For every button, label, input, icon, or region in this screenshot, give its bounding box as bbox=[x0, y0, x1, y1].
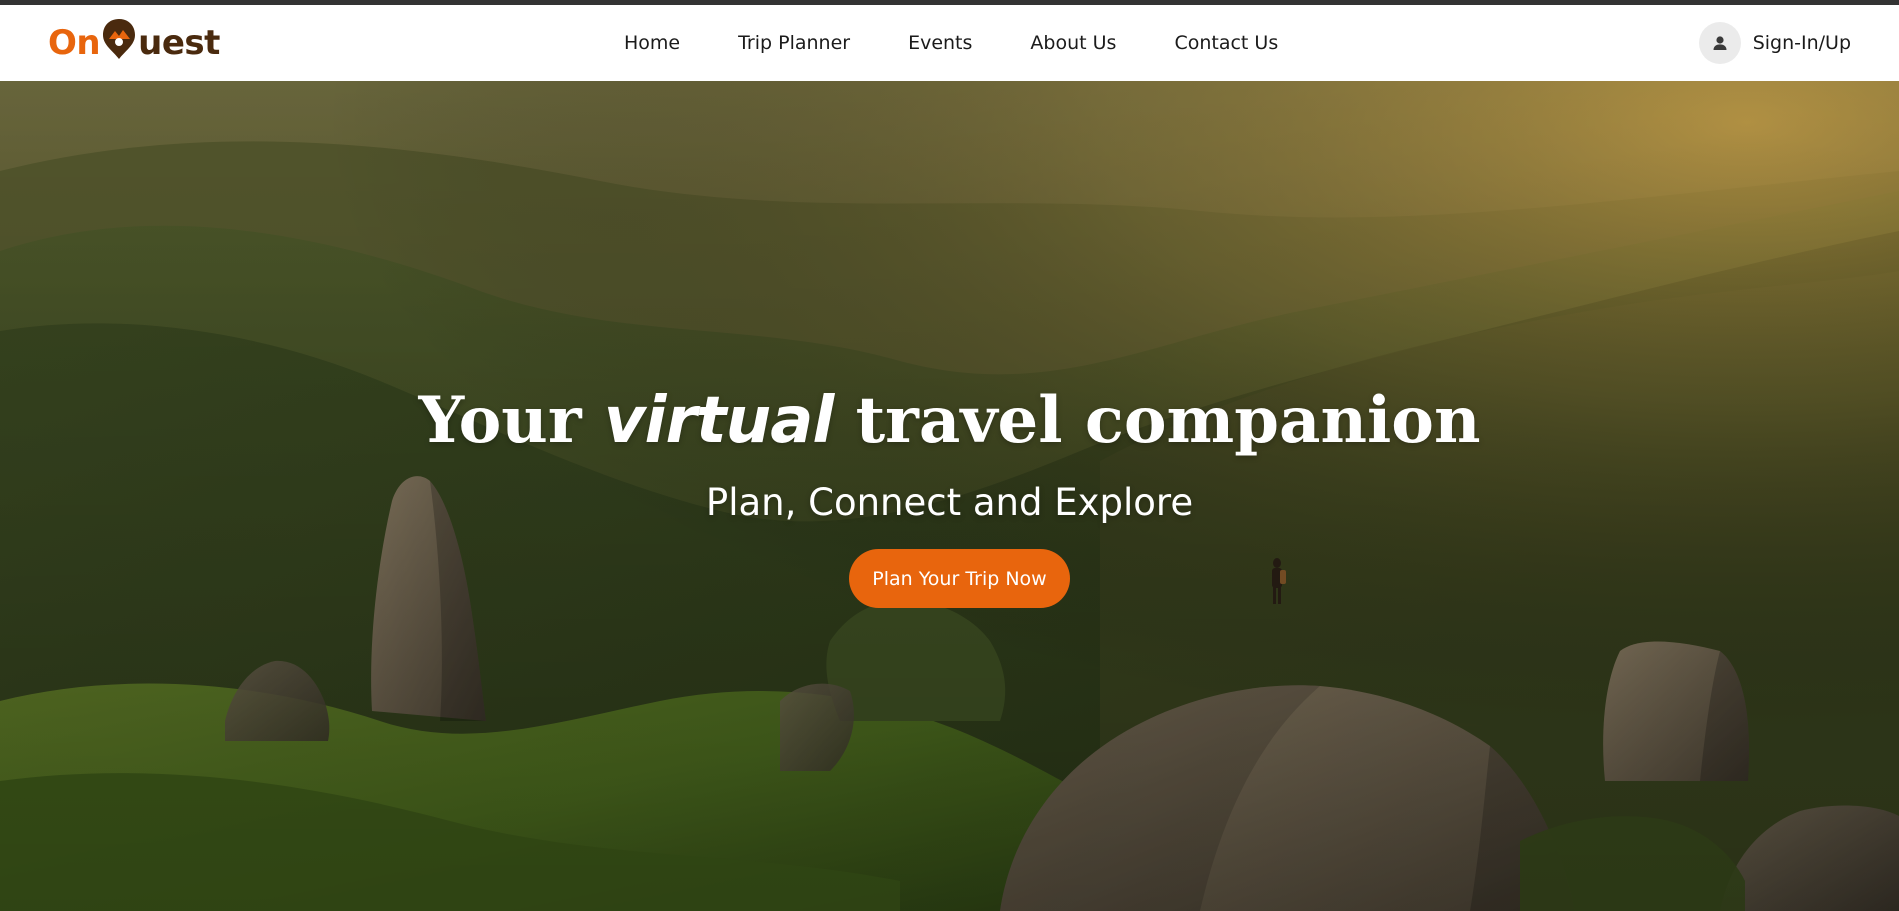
signin-label: Sign-In/Up bbox=[1752, 32, 1851, 54]
signin-button[interactable]: Sign-In/Up bbox=[1698, 22, 1851, 64]
logo-prefix: On bbox=[48, 23, 101, 63]
avatar bbox=[1698, 22, 1741, 64]
location-pin-icon bbox=[103, 19, 136, 59]
headline-before: Your bbox=[418, 383, 582, 458]
headline-after: travel companion bbox=[855, 383, 1481, 458]
nav-contact-us[interactable]: Contact Us bbox=[1174, 32, 1278, 54]
hero-headline: Your virtual travel companion bbox=[0, 381, 1899, 461]
hero-subheadline: Plan, Connect and Explore bbox=[705, 481, 1194, 524]
nav-trip-planner[interactable]: Trip Planner bbox=[738, 32, 850, 54]
logo-suffix: uest bbox=[138, 23, 220, 63]
user-icon bbox=[1713, 36, 1727, 50]
headline-emphasis: virtual bbox=[603, 384, 834, 458]
nav-about-us[interactable]: About Us bbox=[1030, 32, 1116, 54]
hero-section: Your virtual travel companion Plan, Conn… bbox=[0, 81, 1899, 911]
main-nav: Home Trip Planner Events About Us Contac… bbox=[624, 5, 1278, 81]
nav-events[interactable]: Events bbox=[908, 32, 972, 54]
plan-trip-button[interactable]: Plan Your Trip Now bbox=[849, 549, 1070, 608]
navbar: On uest Home Trip Planner Events About U… bbox=[0, 5, 1899, 81]
nav-home[interactable]: Home bbox=[624, 32, 680, 54]
onquest-logo[interactable]: On uest bbox=[48, 15, 220, 71]
